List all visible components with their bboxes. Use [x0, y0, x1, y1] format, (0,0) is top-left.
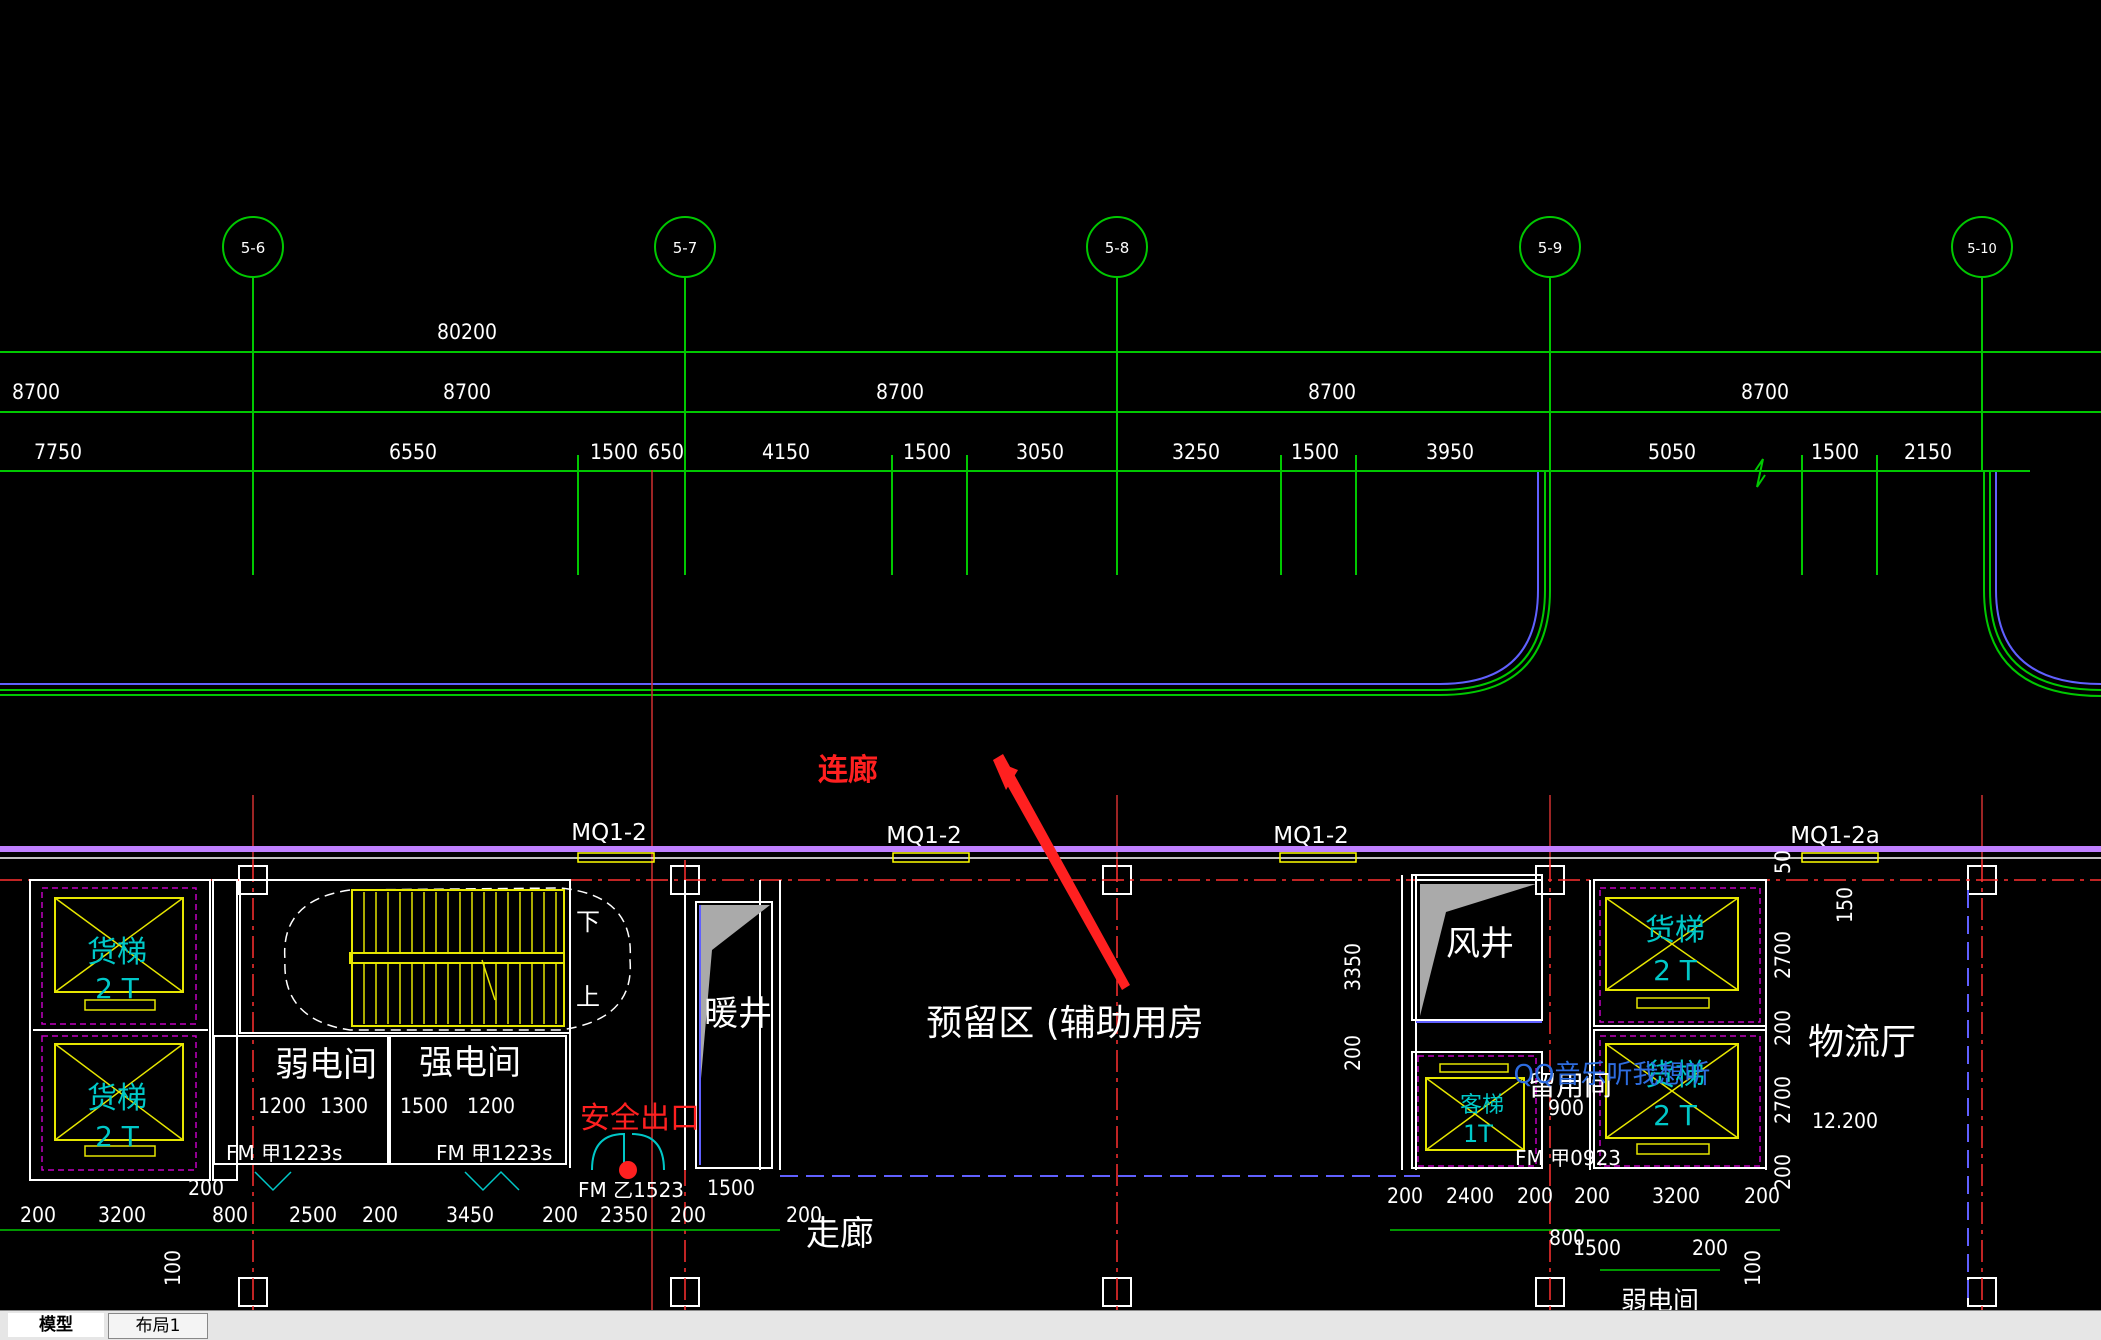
svg-text:6550: 6550	[389, 440, 437, 464]
safety-exit-marker	[619, 1161, 637, 1179]
svg-text:物流厅: 物流厅	[1808, 1022, 1916, 1063]
svg-text:200: 200	[786, 1203, 822, 1227]
svg-text:1200: 1200	[258, 1094, 306, 1118]
svg-text:7750: 7750	[34, 440, 82, 464]
svg-text:150: 150	[1833, 887, 1857, 923]
svg-text:弱电间: 弱电间	[275, 1045, 377, 1085]
svg-text:3050: 3050	[1016, 440, 1064, 464]
svg-text:200: 200	[1341, 1035, 1365, 1071]
svg-text:3250: 3250	[1172, 440, 1220, 464]
svg-text:1T: 1T	[1463, 1120, 1493, 1148]
svg-text:下: 下	[576, 908, 600, 936]
svg-text:200: 200	[20, 1203, 56, 1227]
svg-text:2 T: 2 T	[1653, 954, 1698, 987]
svg-text:2350: 2350	[600, 1203, 648, 1227]
svg-text:8700: 8700	[443, 380, 491, 404]
svg-text:3950: 3950	[1426, 440, 1474, 464]
svg-text:1500: 1500	[1291, 440, 1339, 464]
svg-text:4150: 4150	[762, 440, 810, 464]
svg-text:1200: 1200	[467, 1094, 515, 1118]
svg-text:安全出口: 安全出口	[580, 1101, 700, 1136]
layout-tab-bar: 模型 布局1	[0, 1310, 2101, 1340]
svg-text:1500: 1500	[1811, 440, 1859, 464]
svg-text:2700: 2700	[1771, 931, 1795, 979]
svg-text:FM 甲1223s: FM 甲1223s	[436, 1141, 552, 1165]
svg-text:8700: 8700	[1308, 380, 1356, 404]
svg-text:QQ音乐听我想听: QQ音乐听我想听	[1514, 1060, 1711, 1090]
svg-text:5050: 5050	[1648, 440, 1696, 464]
svg-text:强电间: 强电间	[419, 1043, 521, 1083]
svg-text:200: 200	[1517, 1184, 1553, 1208]
tab-model[interactable]: 模型	[8, 1313, 104, 1337]
axis-label-5-9: 5-9	[1538, 239, 1563, 257]
svg-text:200: 200	[670, 1203, 706, 1227]
svg-text:MQ1-2: MQ1-2	[886, 823, 962, 849]
qq-music-overlay: QQ音乐听我想听	[1514, 1060, 1711, 1090]
svg-text:3450: 3450	[446, 1203, 494, 1227]
svg-text:80200: 80200	[437, 320, 497, 344]
svg-text:1300: 1300	[320, 1094, 368, 1118]
corridor-link-annotation: 连廊	[818, 753, 878, 788]
svg-text:100: 100	[161, 1250, 185, 1286]
svg-text:800: 800	[212, 1203, 248, 1227]
svg-text:货梯: 货梯	[1645, 913, 1705, 948]
svg-text:8700: 8700	[876, 380, 924, 404]
svg-text:200: 200	[1692, 1236, 1728, 1260]
svg-text:8700: 8700	[12, 380, 60, 404]
svg-text:200: 200	[542, 1203, 578, 1227]
svg-text:上: 上	[576, 983, 600, 1011]
dimension-overall: 80200	[437, 320, 497, 344]
svg-text:弱电间: 弱电间	[1621, 1287, 1699, 1310]
svg-text:1500: 1500	[400, 1094, 448, 1118]
svg-text:200: 200	[362, 1203, 398, 1227]
svg-text:3350: 3350	[1341, 943, 1365, 991]
axis-label-5-8: 5-8	[1105, 239, 1130, 257]
svg-text:2500: 2500	[289, 1203, 337, 1227]
svg-text:50: 50	[1771, 850, 1795, 874]
svg-text:MQ1-2a: MQ1-2a	[1790, 823, 1880, 849]
svg-text:货梯: 货梯	[87, 1081, 147, 1116]
svg-text:12.200: 12.200	[1812, 1109, 1878, 1133]
svg-text:100: 100	[1741, 1250, 1765, 1286]
svg-text:1500: 1500	[903, 440, 951, 464]
svg-text:200: 200	[1387, 1184, 1423, 1208]
svg-text:800: 800	[1549, 1226, 1585, 1250]
svg-text:2 T: 2 T	[95, 972, 140, 1005]
svg-text:8700: 8700	[1741, 380, 1789, 404]
svg-text:2 T: 2 T	[95, 1120, 140, 1153]
svg-text:预留区 (辅助用房: 预留区 (辅助用房	[926, 1003, 1204, 1044]
svg-text:FM 甲0923: FM 甲0923	[1515, 1146, 1621, 1170]
tab-layout-1[interactable]: 布局1	[108, 1313, 208, 1339]
svg-text:风井: 风井	[1446, 924, 1514, 964]
svg-text:1500: 1500	[707, 1176, 755, 1200]
axis-label-5-6: 5-6	[241, 239, 266, 257]
svg-text:2700: 2700	[1771, 1076, 1795, 1124]
svg-text:FM 甲1223s: FM 甲1223s	[226, 1141, 342, 1165]
svg-text:2400: 2400	[1446, 1184, 1494, 1208]
svg-text:客梯: 客梯	[1460, 1093, 1504, 1118]
svg-text:200: 200	[1574, 1184, 1610, 1208]
svg-text:650: 650	[648, 440, 684, 464]
svg-text:货梯: 货梯	[87, 935, 147, 970]
svg-text:暖井: 暖井	[704, 994, 772, 1034]
svg-text:3200: 3200	[1652, 1184, 1700, 1208]
svg-text:连廊: 连廊	[818, 753, 878, 788]
svg-text:900: 900	[1548, 1096, 1584, 1120]
svg-text:200: 200	[188, 1176, 224, 1200]
axis-label-5-7: 5-7	[673, 239, 698, 257]
svg-text:200: 200	[1771, 1154, 1795, 1190]
svg-text:200: 200	[1771, 1010, 1795, 1046]
cad-drawing-canvas[interactable]: 5-6 5-7 5-8 5-9 5-10 80200 8700 8700 870…	[0, 0, 2101, 1310]
svg-text:1500: 1500	[590, 440, 638, 464]
svg-text:MQ1-2: MQ1-2	[571, 820, 647, 846]
svg-text:FM 乙1523: FM 乙1523	[578, 1178, 684, 1202]
axis-label-5-10: 5-10	[1967, 242, 1997, 257]
svg-text:2 T: 2 T	[1653, 1099, 1698, 1132]
svg-text:3200: 3200	[98, 1203, 146, 1227]
svg-text:2150: 2150	[1904, 440, 1952, 464]
svg-text:MQ1-2: MQ1-2	[1273, 823, 1349, 849]
